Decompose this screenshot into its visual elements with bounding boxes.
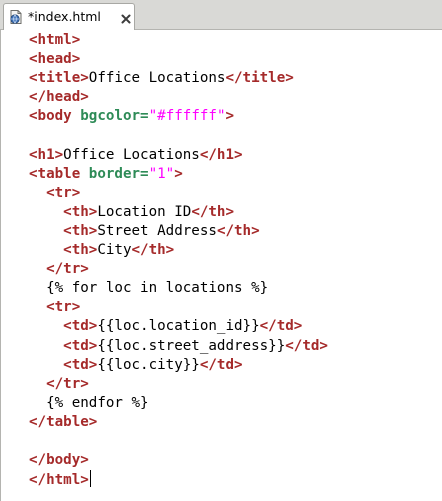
html-tag-token: </td> [199, 356, 243, 373]
code-line[interactable]: {% for loc in locations %} [29, 279, 328, 298]
html-tag-token: <head> [29, 51, 81, 68]
html-tag-token: > [225, 108, 235, 125]
text-token: Location ID [97, 203, 192, 220]
html-tag-token: </th> [191, 203, 235, 220]
close-icon[interactable] [120, 10, 132, 24]
text-token: City [97, 242, 132, 259]
code-line[interactable]: <td>{{loc.street_address}}</td> [29, 337, 328, 356]
text-token: Street Address [97, 222, 217, 239]
code-line[interactable] [29, 126, 328, 145]
text-token: {{loc.street_address}} [97, 337, 286, 354]
html-tag-token: </table> [29, 413, 98, 430]
code-line[interactable]: <head> [29, 50, 328, 69]
code-line[interactable]: </tr> [29, 375, 328, 394]
text-token: {% for loc in locations %} [46, 280, 269, 297]
code-line[interactable]: </tr> [29, 260, 328, 279]
html-tag-token: <th> [63, 203, 98, 220]
html-tag-token: </body> [29, 452, 89, 469]
code-editor[interactable]: <html> <head> <title>Office Locations</tit… [0, 30, 442, 501]
text-token: Office Locations [88, 70, 226, 87]
code-line[interactable]: <table border="1"> [29, 165, 328, 184]
code-line[interactable]: <body bgcolor="#ffffff"> [29, 107, 328, 126]
code-line[interactable] [29, 432, 328, 451]
html-tag-token: <td> [63, 318, 98, 335]
html-tag-token: </td> [285, 337, 328, 354]
html-tag-token: <html> [29, 32, 81, 48]
html-tag-token: <tr> [46, 184, 81, 201]
html-tag-token: <td> [63, 356, 98, 373]
html-tag-token: </td> [259, 318, 303, 335]
text-token: Office Locations [63, 146, 200, 163]
code-line[interactable]: {% endfor %} [29, 394, 328, 413]
html-file-icon [8, 9, 24, 25]
html-tag-token: </th> [216, 222, 260, 239]
string-token: "#ffffff" [148, 108, 226, 125]
code-line[interactable]: <th>Location ID</th> [29, 203, 328, 222]
code-line[interactable]: <td>{{loc.city}}</td> [29, 356, 328, 375]
text-token: {{loc.location_id}} [97, 318, 260, 335]
html-tag-token: <title> [29, 70, 89, 87]
code-line[interactable]: </html> [29, 470, 328, 489]
code-line[interactable]: <h1>Office Locations</h1> [29, 146, 328, 165]
html-tag-token: <h1> [29, 146, 64, 163]
html-tag-token: <td> [63, 337, 98, 354]
code-line[interactable]: <tr> [29, 184, 328, 203]
string-token: "1" [148, 165, 175, 182]
html-tag-token: <th> [63, 242, 98, 259]
code-content[interactable]: <html> <head> <title>Office Locations</tit… [29, 31, 328, 489]
html-tag-token: > [174, 165, 183, 182]
html-tag-token: </tr> [46, 261, 89, 278]
attribute-token: bgcolor= [80, 108, 149, 125]
tab-label: *index.html [28, 9, 101, 24]
code-line[interactable]: <title>Office Locations</title> [29, 69, 328, 88]
html-tag-token: </html> [29, 472, 89, 489]
tab-index-html[interactable]: *index.html [3, 3, 135, 31]
attribute-token: border= [88, 165, 149, 182]
tab-bar: *index.html [0, 0, 442, 31]
text-cursor [89, 470, 91, 488]
text-token: {{loc.city}} [97, 356, 200, 373]
html-tag-token: </h1> [199, 146, 243, 163]
code-line[interactable]: </body> [29, 451, 328, 470]
code-line[interactable]: <th>City</th> [29, 241, 328, 260]
html-tag-token: </th> [131, 242, 175, 259]
code-line[interactable]: </table> [29, 413, 328, 432]
code-line[interactable]: <tr> [29, 298, 328, 317]
html-tag-token: <tr> [46, 299, 81, 316]
html-tag-token: </tr> [46, 375, 89, 392]
code-line[interactable]: <th>Street Address</th> [29, 222, 328, 241]
html-tag-token: <th> [63, 222, 98, 239]
code-line[interactable]: </head> [29, 88, 328, 107]
code-line[interactable]: <html> [29, 31, 328, 50]
text-token: {% endfor %} [46, 394, 149, 411]
code-line[interactable]: <td>{{loc.location_id}}</td> [29, 317, 328, 336]
html-tag-token: <table [29, 165, 81, 182]
html-tag-token: <body [29, 108, 72, 125]
html-tag-token: </title> [225, 70, 294, 87]
html-tag-token: </head> [29, 89, 89, 106]
